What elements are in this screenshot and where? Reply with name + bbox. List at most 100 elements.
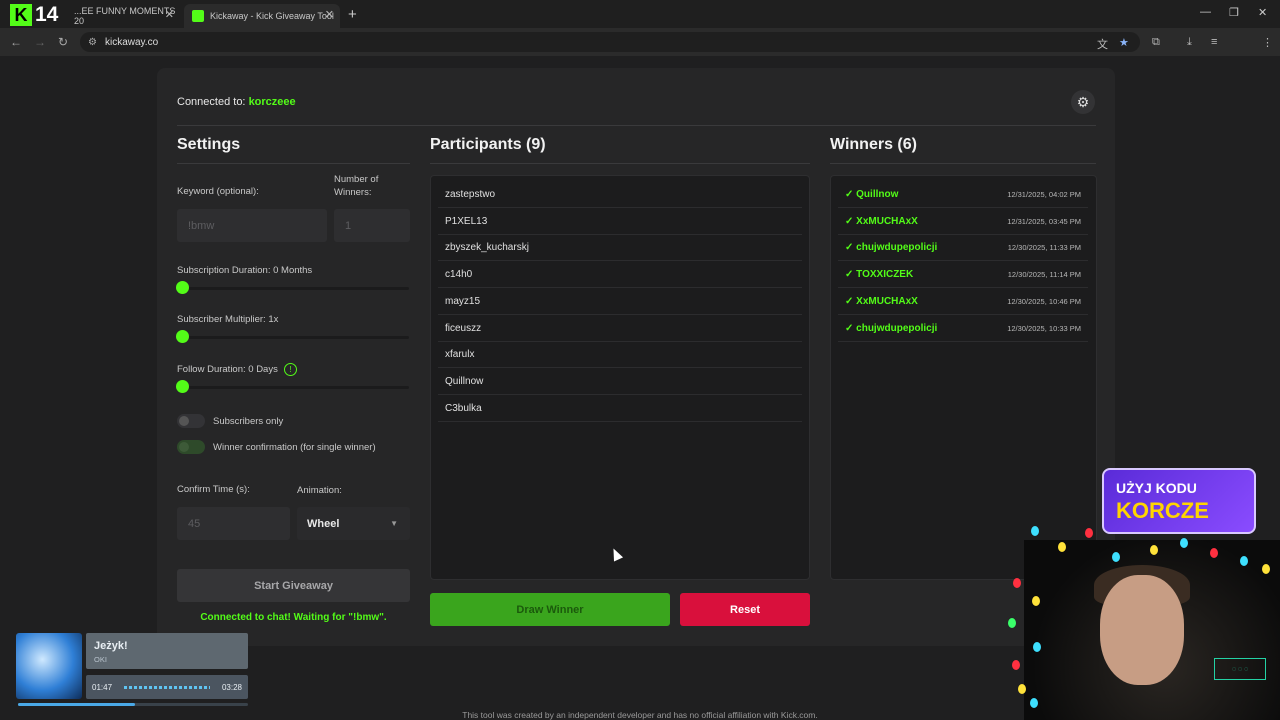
settings-title: Settings bbox=[177, 136, 241, 153]
string-light bbox=[1033, 642, 1041, 652]
string-light bbox=[1012, 660, 1020, 670]
slider-knob[interactable] bbox=[176, 330, 189, 343]
winners-divider bbox=[830, 163, 1096, 164]
connection-status: Connected to: korczeee bbox=[177, 96, 296, 108]
subscriber-multiplier-slider[interactable] bbox=[176, 330, 409, 343]
winner-date: 12/31/2025, 03:45 PM bbox=[1007, 216, 1081, 226]
extensions-icon[interactable]: ⧉ bbox=[1152, 36, 1160, 49]
promo-line2: KORCZE bbox=[1116, 498, 1209, 523]
chat-status-text: Connected to chat! Waiting for "!bmw". bbox=[200, 612, 387, 623]
track-progress bbox=[18, 703, 248, 706]
subscription-duration-label: Subscription Duration: 0 Months bbox=[177, 265, 313, 276]
participant-row: mayz15 bbox=[438, 289, 802, 315]
winner-date: 12/31/2025, 04:02 PM bbox=[1007, 190, 1081, 199]
info-icon[interactable]: ! bbox=[283, 363, 297, 376]
winner-row: ✓ TOXXICZEK 12/30/2025, 11:14 PM bbox=[838, 262, 1088, 289]
close-icon[interactable]: ✕ bbox=[165, 8, 174, 21]
participant-row: Quillnow bbox=[438, 369, 802, 395]
string-light bbox=[1262, 564, 1270, 574]
reset-button[interactable]: Reset bbox=[680, 593, 810, 626]
string-light bbox=[1018, 684, 1026, 694]
string-light bbox=[1032, 596, 1040, 606]
track-info: Jeżyk! OKI bbox=[86, 633, 248, 669]
forward-icon[interactable]: → bbox=[34, 35, 46, 49]
winner-name: ✓ Quillnow bbox=[845, 189, 899, 200]
close-icon[interactable]: ✕ bbox=[325, 8, 334, 21]
now-playing-widget: Jeżyk! OKI 01:47 03:28 bbox=[16, 633, 248, 709]
address-bar-row: ← → ↻ ⚙ kickaway.co 文 ★ ⧉ ⤓ ≡ P ⋮ bbox=[0, 28, 1280, 76]
track-time: 01:47 03:28 bbox=[86, 675, 248, 699]
winner-row: ✓ chujwdupepolicji 12/30/2025, 10:33 PM bbox=[838, 316, 1088, 342]
participant-row: c14h0 bbox=[438, 262, 802, 289]
winner-name: ✓ chujwdupepolicji bbox=[845, 322, 938, 334]
toggle-knob bbox=[179, 442, 189, 452]
download-icon[interactable]: ⤓ bbox=[1187, 36, 1192, 49]
back-icon[interactable]: ← bbox=[10, 35, 22, 49]
channel-name: korczeee bbox=[248, 96, 296, 108]
confirm-time-label: Confirm Time (s): bbox=[177, 484, 250, 495]
webcam-person bbox=[1100, 575, 1184, 685]
animation-select[interactable]: Wheel ▼ bbox=[297, 507, 410, 540]
winner-name: ✓ XxMUCHAxX bbox=[845, 295, 918, 307]
waveform bbox=[124, 686, 210, 689]
follow-duration-text: Follow Duration: 0 Days bbox=[177, 364, 278, 376]
track-progress-fill bbox=[18, 703, 136, 706]
subscribers-only-label: Subscribers only bbox=[213, 416, 284, 427]
settings-gear-button[interactable]: ⚙ bbox=[1071, 90, 1095, 114]
slider-knob[interactable] bbox=[176, 281, 189, 294]
participant-row: ficeuszz bbox=[438, 316, 802, 342]
media-icon[interactable]: ≡ bbox=[1211, 36, 1217, 48]
translate-icon[interactable]: 文 bbox=[1097, 36, 1108, 52]
draw-winner-button[interactable]: Draw Winner bbox=[430, 593, 670, 626]
total-time: 03:28 bbox=[221, 683, 242, 692]
string-light bbox=[1085, 528, 1093, 538]
promo-code-banner: UŻYJ KODU KORCZE bbox=[1102, 468, 1256, 534]
album-art bbox=[16, 633, 82, 699]
subscription-duration-slider[interactable] bbox=[176, 281, 409, 294]
slider-knob[interactable] bbox=[176, 380, 189, 393]
subscribers-only-toggle[interactable] bbox=[177, 414, 205, 428]
minimize-icon[interactable]: — bbox=[1200, 6, 1211, 18]
string-light bbox=[1008, 618, 1016, 628]
elapsed-time: 01:47 bbox=[92, 683, 113, 692]
string-light bbox=[1150, 545, 1158, 555]
new-tab-button[interactable]: + bbox=[348, 6, 357, 23]
window-close-icon[interactable]: ✕ bbox=[1258, 6, 1267, 19]
subscriber-multiplier-label: Subscriber Multiplier: 1x bbox=[177, 314, 279, 325]
url-text: kickaway.co bbox=[104, 36, 159, 48]
follow-duration-slider[interactable] bbox=[176, 380, 409, 393]
start-giveaway-button[interactable]: Start Giveaway bbox=[177, 569, 410, 602]
reload-icon[interactable]: ↻ bbox=[58, 35, 68, 49]
winner-date: 12/30/2025, 10:46 PM bbox=[1007, 296, 1081, 306]
confirm-time-input[interactable]: 45 bbox=[177, 507, 290, 540]
participant-row: xfarulx bbox=[438, 342, 802, 369]
winner-name: ✓ XxMUCHAxX bbox=[845, 215, 918, 227]
string-light bbox=[1112, 552, 1120, 562]
bookmark-star-icon[interactable]: ★ bbox=[1119, 36, 1129, 49]
winner-confirmation-label: Winner confirmation (for single winner) bbox=[213, 442, 376, 453]
keyword-label: Keyword (optional): bbox=[177, 186, 259, 197]
menu-icon[interactable]: ⋮ bbox=[1262, 36, 1273, 49]
winner-name: ✓ TOXXICZEK bbox=[845, 269, 914, 281]
browser-tab-bar: ...EE FUNNY MOMENTS 20 ✕ Kickaway - Kick… bbox=[0, 0, 1280, 28]
keyword-input[interactable]: !bmw bbox=[177, 209, 327, 242]
participant-row: zastepstwo bbox=[438, 182, 802, 208]
animation-value: Wheel bbox=[307, 517, 340, 530]
winner-confirmation-toggle[interactable] bbox=[177, 440, 205, 454]
string-light bbox=[1210, 548, 1218, 558]
winner-date: 12/30/2025, 11:14 PM bbox=[1007, 270, 1081, 280]
string-light bbox=[1031, 526, 1039, 536]
restore-icon[interactable]: ❐ bbox=[1229, 6, 1239, 19]
string-light bbox=[1180, 538, 1188, 548]
winner-row: ✓ chujwdupepolicji 12/30/2025, 11:33 PM bbox=[838, 235, 1088, 262]
promo-line1: UŻYJ KODU bbox=[1116, 480, 1197, 496]
connected-label: Connected to: bbox=[177, 96, 249, 108]
follow-duration-label: Follow Duration: 0 Days! bbox=[177, 363, 297, 376]
winners-count-input[interactable]: 1 bbox=[334, 209, 410, 242]
site-info-icon[interactable]: ⚙ bbox=[88, 37, 97, 48]
participants-divider bbox=[430, 163, 810, 164]
settings-divider bbox=[177, 163, 410, 164]
animation-label: Animation: bbox=[297, 485, 342, 496]
tab-kickaway[interactable]: Kickaway - Kick Giveaway Tool ✕ bbox=[184, 4, 340, 28]
url-bar[interactable]: ⚙ kickaway.co bbox=[80, 32, 1140, 52]
